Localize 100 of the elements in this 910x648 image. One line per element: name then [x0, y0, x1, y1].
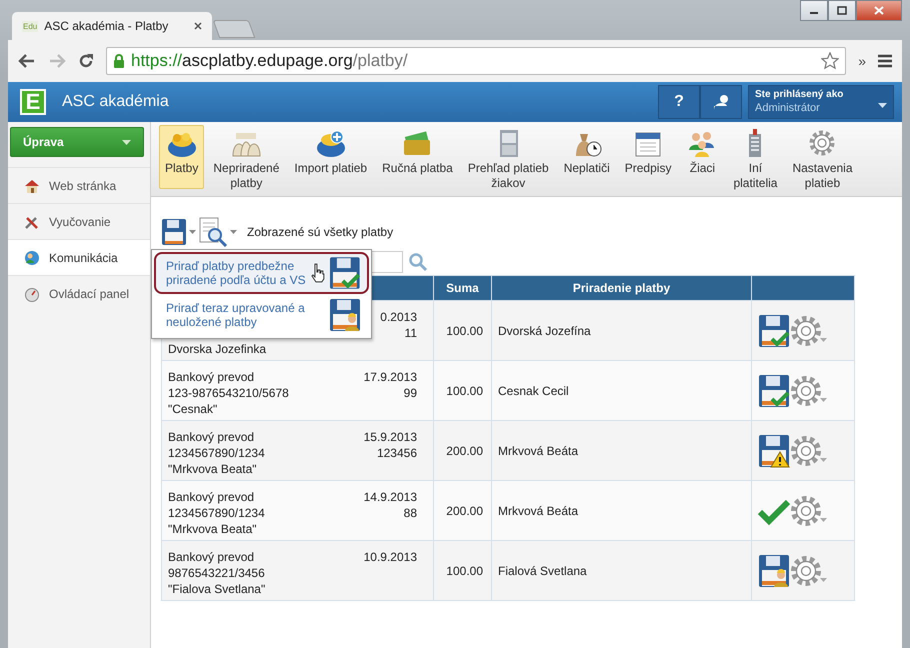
browser-tab[interactable]: Edu ASC akadémia - Platby — [12, 12, 212, 40]
app-title: ASC akadémia — [62, 93, 169, 111]
settings-icon[interactable] — [790, 494, 822, 526]
toolbar-button[interactable]: Platby — [159, 125, 204, 189]
new-tab-button[interactable] — [212, 20, 256, 38]
sidebar-item[interactable]: Web stránka — [8, 167, 150, 203]
assigned-student: Mrkvová Beáta — [498, 504, 578, 518]
toolbar-button[interactable]: Nastavenia platieb — [786, 125, 859, 194]
help-button[interactable]: ? — [658, 85, 700, 119]
variable-symbol: 99 — [404, 385, 417, 401]
sidebar-item[interactable]: Ovládací panel — [8, 275, 150, 311]
assigned-student: Cesnak Cecil — [498, 384, 569, 398]
account-number: 1234567890/1234 — [168, 505, 265, 521]
coins-plus-icon — [314, 128, 347, 158]
menu-item[interactable]: Priraď platby predbežne priradené podľa účtu a VS — [154, 252, 369, 294]
floppy-person-icon[interactable] — [758, 554, 790, 588]
caret-icon[interactable] — [820, 398, 827, 402]
amount: 200.00 — [446, 504, 483, 518]
account-number: 1234567890/1234 — [168, 445, 265, 461]
account-number: 123-9876543210/5678 — [168, 385, 289, 401]
filter-caption: Zobrazené sú všetky platby — [247, 225, 394, 239]
maximize-icon — [837, 6, 847, 15]
assigned-student: Dvorská Jozefína — [498, 324, 591, 338]
back-icon[interactable] — [18, 53, 36, 69]
maximize-button[interactable] — [828, 0, 856, 21]
toolbar-button[interactable]: Prehľad platieb žiakov — [462, 125, 555, 194]
menu-item[interactable]: Priraď teraz upravované a neuložené platby — [154, 294, 369, 336]
dashboard-icon — [24, 286, 40, 302]
toolbar-button[interactable]: Predpisy — [618, 125, 678, 189]
payment-type: Bankový prevod — [168, 429, 254, 445]
extensions-overflow[interactable]: » — [858, 53, 866, 69]
assigned-student: Fialová Svetlana — [498, 564, 587, 578]
settings-icon[interactable] — [790, 554, 822, 586]
floppy-check-icon[interactable] — [758, 374, 790, 408]
minimize-button[interactable] — [800, 0, 828, 21]
logo: E — [20, 89, 46, 115]
caret-icon[interactable] — [820, 578, 827, 582]
tab-title: ASC akadémia - Platby — [44, 19, 170, 33]
toolbar-button[interactable]: Nepriradené platby — [207, 125, 286, 194]
payer-name: "Mrkvova Beata" — [168, 461, 257, 477]
settings-icon[interactable] — [790, 374, 822, 406]
variable-symbol: 123456 — [376, 445, 417, 461]
user-icon — [712, 94, 730, 110]
payment-date: 14.9.2013 — [364, 489, 417, 505]
close-icon[interactable] — [194, 22, 202, 30]
close-button[interactable] — [856, 0, 902, 21]
user-name: Administrátor — [755, 102, 820, 114]
hand-cursor-icon — [310, 263, 326, 283]
caret-icon[interactable] — [189, 230, 196, 234]
caret-icon[interactable] — [820, 338, 827, 342]
account-number: 9876543221/3456 — [168, 565, 265, 581]
reload-icon[interactable] — [78, 53, 94, 69]
account-button[interactable] — [700, 85, 742, 119]
people-icon — [24, 250, 40, 266]
payer-name: "Mrkvova Beata" — [168, 521, 257, 537]
payment-type: Bankový prevod — [168, 549, 254, 565]
house-icon — [24, 178, 40, 194]
login-label: Ste prihlásený ako — [755, 89, 844, 100]
document-search-icon[interactable] — [198, 217, 228, 247]
amount: 100.00 — [446, 324, 483, 338]
menu-icon[interactable] — [878, 54, 892, 68]
column-header: Priradenie platby — [492, 276, 752, 300]
favicon: Edu — [22, 20, 38, 32]
amount: 200.00 — [446, 444, 483, 458]
assigned-student: Mrkvová Beáta — [498, 444, 578, 458]
caret-icon — [878, 103, 887, 108]
toolbar-button[interactable]: Iní platitelia — [727, 125, 784, 194]
floppy-check-icon — [329, 256, 361, 290]
caret-icon[interactable] — [230, 230, 237, 234]
sidebar-item[interactable]: Komunikácia — [8, 239, 150, 275]
payment-type: Bankový prevod — [168, 489, 254, 505]
toolbar-button[interactable]: Ručná platba — [376, 125, 459, 189]
payment-date: 15.9.2013 — [364, 429, 417, 445]
close-icon — [874, 6, 884, 15]
address-field[interactable]: https://ascplatby.edupage.org/platby/ — [106, 47, 846, 75]
amount: 100.00 — [446, 384, 483, 398]
caret-icon — [122, 140, 131, 144]
settings-icon[interactable] — [790, 434, 822, 466]
payment-type: Bankový prevod — [168, 369, 254, 385]
toolbar-button[interactable]: Žiaci — [680, 125, 724, 189]
payment-date: 10.9.2013 — [364, 549, 417, 565]
payer-name: "Cesnak" — [168, 401, 218, 417]
star-icon[interactable] — [821, 52, 840, 70]
amount: 100.00 — [446, 564, 483, 578]
toolbar-button[interactable]: Neplatiči — [558, 125, 616, 189]
user-menu[interactable]: Ste prihlásený ako Administrátor — [748, 85, 894, 119]
caret-icon[interactable] — [820, 458, 827, 462]
caret-icon[interactable] — [820, 518, 827, 522]
floppy-icon[interactable] — [161, 218, 187, 246]
column-header: Suma — [434, 276, 492, 300]
variable-symbol: 11 — [404, 325, 417, 341]
floppy-warning-icon[interactable] — [758, 434, 790, 468]
settings-icon[interactable] — [790, 314, 822, 346]
floppy-person-icon — [329, 298, 361, 332]
payer-name: Dvorska Jozefinka — [168, 341, 266, 357]
search-icon[interactable] — [408, 252, 428, 272]
toolbar-button[interactable]: Import platieb — [288, 125, 374, 189]
variable-symbol: 88 — [404, 505, 417, 521]
lock-icon — [113, 54, 125, 68]
floppy-check-icon[interactable] — [758, 314, 790, 348]
